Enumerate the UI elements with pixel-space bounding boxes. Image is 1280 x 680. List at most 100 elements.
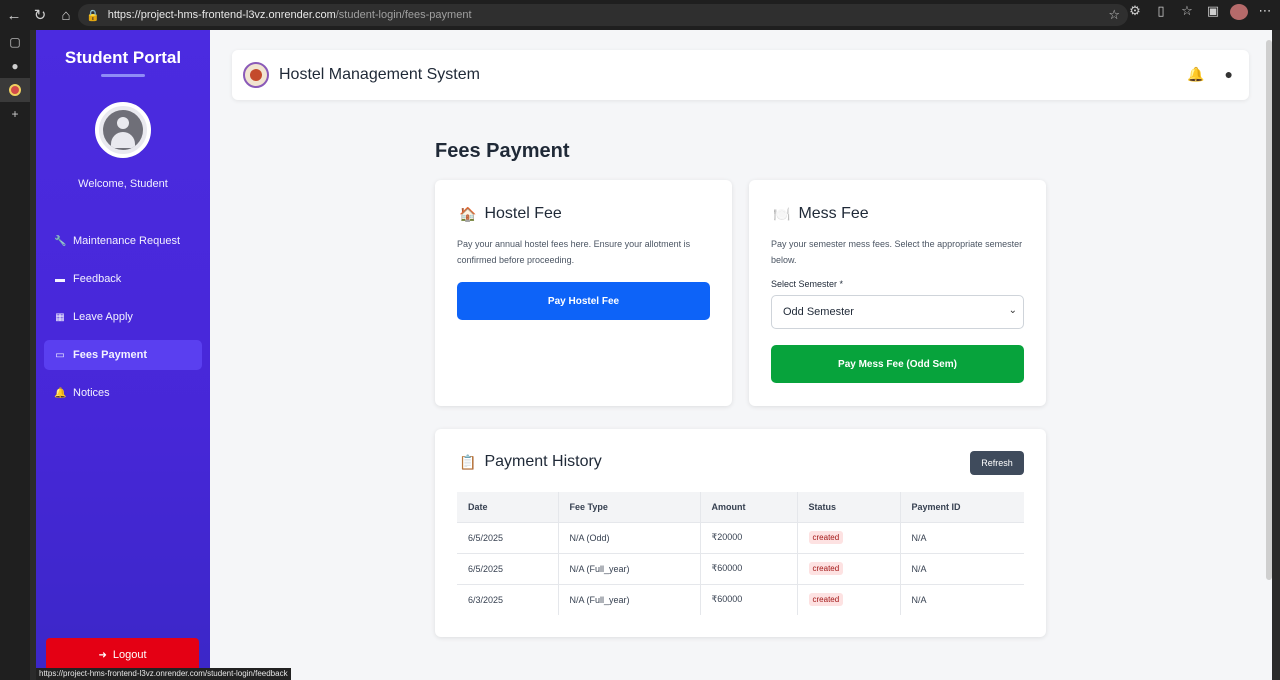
mess-fee-heading: Mess Fee	[798, 205, 869, 222]
app-title: Hostel Management System	[279, 66, 480, 83]
cell-fee-type: N/A (Odd)	[558, 521, 701, 553]
reload-icon[interactable]: ↻	[28, 3, 52, 27]
cell-payment-id: N/A	[900, 583, 1024, 615]
hostel-fee-card: 🏠 Hostel Fee Pay your annual hostel fees…	[435, 180, 732, 406]
welcome-text: Welcome, Student	[78, 178, 168, 190]
split-screen-icon[interactable]: ▯	[1152, 3, 1170, 23]
column-header-status: Status	[797, 492, 901, 522]
sidebar-item-leave-apply[interactable]: ▦ Leave Apply	[44, 302, 202, 332]
mess-fee-title: 🍽️ Mess Fee	[773, 205, 869, 223]
page-scrollbar[interactable]	[1266, 40, 1272, 580]
institute-logo	[243, 62, 269, 88]
add-tab-icon[interactable]: +	[0, 102, 30, 126]
app-window: Student Portal Welcome, Student 🔧 Mainte…	[36, 30, 1272, 680]
logout-button[interactable]: ➜ Logout	[46, 638, 199, 672]
site-tab-icon[interactable]	[0, 78, 30, 102]
semester-select-value: Odd Semester	[783, 306, 854, 318]
sidebar-item-label: Fees Payment	[73, 349, 147, 361]
extensions-icon[interactable]: ⚙	[1126, 3, 1144, 23]
sidebar-item-label: Feedback	[73, 273, 122, 285]
home-icon[interactable]: ⌂	[54, 3, 78, 27]
payment-history-table: Date Fee Type Amount Status Payment ID 6…	[457, 492, 1024, 615]
hostel-fee-description: Pay your annual hostel fees here. Ensure…	[457, 239, 691, 265]
tabs-icon[interactable]: ▢	[0, 30, 30, 54]
user-avatar-icon	[103, 110, 143, 150]
sidebar-menu: 🔧 Maintenance Request ▬ Feedback ▦ Leave…	[36, 226, 210, 408]
favorite-star-icon[interactable]: ☆	[1108, 7, 1120, 23]
hostel-fee-heading: Hostel Fee	[484, 205, 562, 222]
semester-select-label: Select Semester *	[771, 279, 844, 289]
mess-fee-description: Pay your semester mess fees. Select the …	[771, 239, 1023, 265]
calendar-icon: ▦	[55, 311, 65, 323]
table-row: 6/3/2025 N/A (Full_year) ₹60000 created …	[457, 583, 1024, 615]
cell-amount: ₹60000	[700, 583, 798, 615]
column-header-amount: Amount	[700, 492, 798, 522]
status-badge: created	[808, 562, 844, 575]
comment-icon: ▬	[55, 273, 65, 285]
pay-mess-fee-button[interactable]: Pay Mess Fee (Odd Sem)	[771, 345, 1024, 383]
sidebar-item-label: Leave Apply	[73, 311, 133, 323]
favorites-icon[interactable]: ☆	[1178, 3, 1196, 23]
link-status-bar: https://project-hms-frontend-l3vz.onrend…	[36, 668, 291, 680]
cell-date: 6/3/2025	[457, 583, 559, 615]
cell-status: created	[797, 552, 901, 584]
clipboard-icon: 📋	[459, 453, 477, 470]
collections-icon[interactable]: ▣	[1204, 3, 1222, 23]
cell-status: created	[797, 521, 901, 553]
table-row: 6/5/2025 N/A (Full_year) ₹60000 created …	[457, 552, 1024, 584]
avatar	[95, 102, 151, 158]
table-row: 6/5/2025 N/A (Odd) ₹20000 created N/A	[457, 521, 1024, 553]
browser-actions: ⚙ ▯ ☆ ▣ ⋯	[1126, 3, 1274, 23]
bell-icon: 🔔	[54, 387, 67, 399]
url-host: https://project-hms-frontend-l3vz.onrend…	[107, 9, 336, 21]
sidebar: Student Portal Welcome, Student 🔧 Mainte…	[36, 30, 210, 680]
browser-toolbar: ← ↻ ⌂ 🔒 https://project-hms-frontend-l3v…	[0, 0, 1280, 30]
header-actions: 🔔 ●	[1187, 66, 1233, 83]
status-badge: created	[808, 593, 844, 607]
plate-icon: 🍽️	[773, 205, 791, 222]
sign-out-icon: ➜	[98, 649, 107, 661]
cell-payment-id: N/A	[900, 552, 1024, 584]
sidebar-item-maintenance-request[interactable]: 🔧 Maintenance Request	[44, 226, 202, 256]
address-bar[interactable]: 🔒 https://project-hms-frontend-l3vz.onre…	[78, 4, 1128, 26]
semester-select[interactable]: Odd Semester ⌄	[771, 295, 1024, 329]
lock-icon: 🔒	[86, 9, 100, 22]
status-badge: created	[808, 531, 844, 544]
back-arrow-icon[interactable]: ←	[2, 3, 26, 27]
mess-fee-card: 🍽️ Mess Fee Pay your semester mess fees.…	[749, 180, 1046, 406]
column-header-payment-id: Payment ID	[900, 492, 1024, 522]
cell-status: created	[797, 583, 901, 615]
house-icon: 🏠	[459, 205, 477, 222]
credit-card-icon: ▭	[55, 349, 65, 361]
cell-date: 6/5/2025	[457, 521, 559, 553]
cell-fee-type: N/A (Full_year)	[558, 583, 701, 615]
user-circle-icon[interactable]: ●	[1225, 66, 1233, 83]
cell-date: 6/5/2025	[457, 552, 559, 584]
url-text: https://project-hms-frontend-l3vz.onrend…	[108, 9, 472, 21]
browser-side-rail: ▢ ● +	[0, 30, 30, 680]
notification-bell-icon[interactable]: 🔔	[1187, 66, 1204, 83]
column-header-date: Date	[457, 492, 559, 522]
sidebar-item-feedback[interactable]: ▬ Feedback	[44, 264, 202, 294]
top-header: Hostel Management System 🔔 ●	[232, 50, 1249, 100]
logout-label: Logout	[112, 649, 147, 661]
brand-underline	[101, 74, 145, 77]
sidebar-item-fees-payment[interactable]: ▭ Fees Payment	[44, 340, 202, 370]
profile-avatar[interactable]	[1230, 3, 1248, 23]
refresh-button[interactable]: Refresh	[970, 451, 1024, 475]
sidebar-item-notices[interactable]: 🔔 Notices	[44, 378, 202, 408]
github-icon[interactable]: ●	[0, 54, 30, 78]
url-path: /student-login/fees-payment	[335, 9, 472, 21]
payment-history-heading: Payment History	[484, 453, 602, 470]
cell-amount: ₹60000	[700, 552, 798, 584]
sidebar-item-label: Maintenance Request	[73, 235, 181, 247]
table-header-row: Date Fee Type Amount Status Payment ID	[457, 492, 1024, 522]
more-options-icon[interactable]: ⋯	[1256, 3, 1274, 23]
wrench-icon: 🔧	[54, 235, 67, 247]
sidebar-item-label: Notices	[73, 387, 110, 399]
sidebar-brand: Student Portal	[64, 48, 182, 67]
cell-payment-id: N/A	[900, 521, 1024, 553]
hostel-fee-title: 🏠 Hostel Fee	[459, 205, 562, 223]
payment-history-title: 📋 Payment History	[459, 453, 602, 471]
pay-hostel-fee-button[interactable]: Pay Hostel Fee	[457, 282, 710, 320]
